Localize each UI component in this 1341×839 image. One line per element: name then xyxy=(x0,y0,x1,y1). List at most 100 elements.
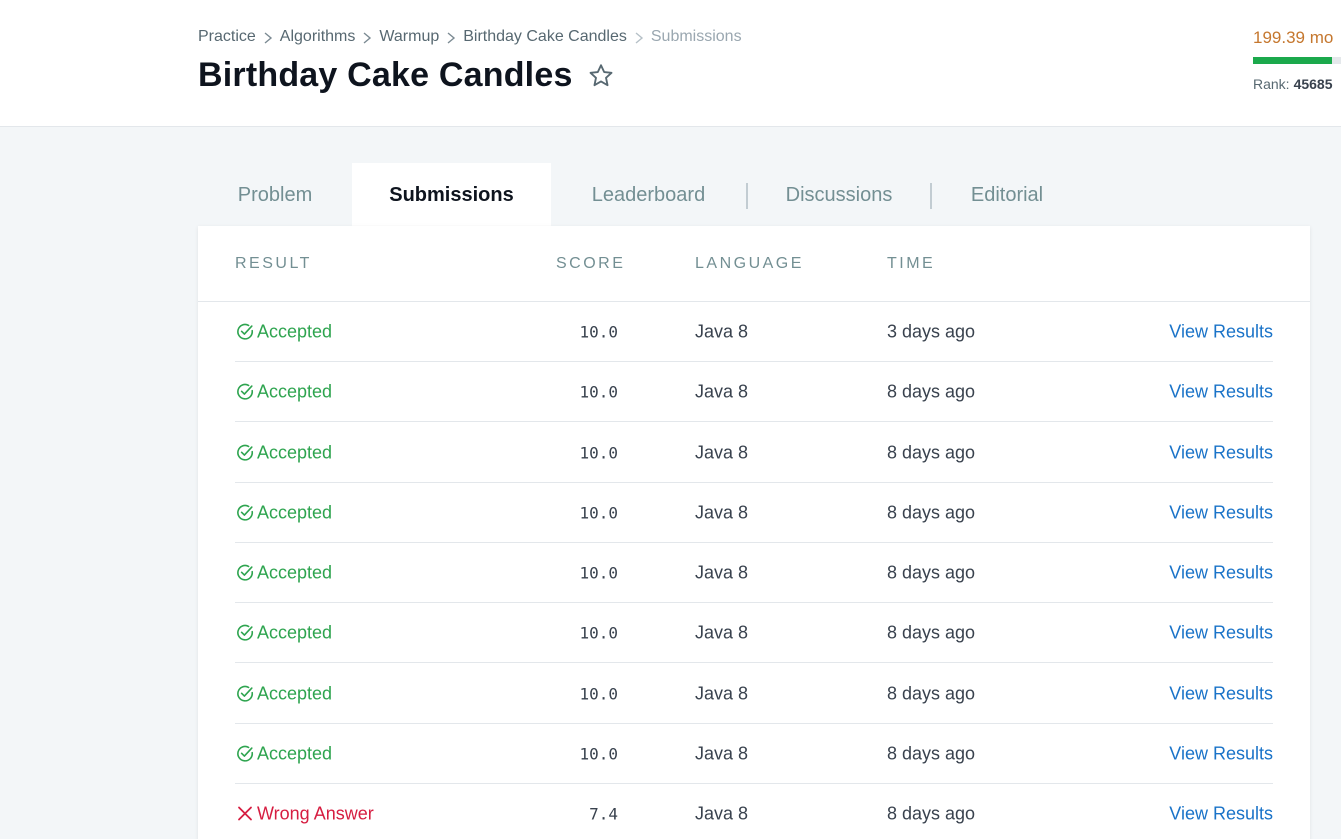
result-cell: Accepted xyxy=(235,321,332,342)
chevron-right-icon xyxy=(256,29,280,45)
rank: Rank: 45685 xyxy=(1253,76,1333,92)
result-cell: Wrong Answer xyxy=(235,803,374,824)
check-circle-icon xyxy=(237,383,254,400)
page-title: Birthday Cake Candles xyxy=(198,56,573,94)
check-circle-icon xyxy=(237,624,254,641)
view-results-link[interactable]: View Results xyxy=(1169,442,1273,463)
breadcrumb-algorithms[interactable]: Algorithms xyxy=(280,28,356,46)
tab-discussions[interactable]: Discussions xyxy=(748,163,930,227)
language-cell: Java 8 xyxy=(695,442,749,462)
time-cell: 8 days ago xyxy=(887,803,976,823)
table-row: Accepted 10.0 Java 8 8 days ago View Results xyxy=(235,483,1273,543)
language-cell: Java 8 xyxy=(695,321,749,341)
view-results-link[interactable]: View Results xyxy=(1169,683,1273,704)
view-results-link[interactable]: View Results xyxy=(1169,562,1273,583)
view-results-link[interactable]: View Results xyxy=(1169,502,1273,523)
score-cell: 10.0 xyxy=(579,322,618,341)
view-results-link[interactable]: View Results xyxy=(1169,743,1273,764)
result-label: Accepted xyxy=(257,562,333,582)
language-cell: Java 8 xyxy=(695,683,749,703)
table-row: Wrong Answer 7.4 Java 8 8 days ago View Resu… xyxy=(235,784,1273,839)
score-cell: 10.0 xyxy=(579,443,618,462)
table-header: RESULT SCORE LANGUAGE TIME xyxy=(198,226,1310,302)
time-cell: 8 days ago xyxy=(887,442,976,462)
title-row: Birthday Cake Candles xyxy=(198,56,615,95)
language-cell: Java 8 xyxy=(695,381,749,401)
points-progress-bar xyxy=(1253,57,1341,64)
language-cell: Java 8 xyxy=(695,743,749,763)
result-cell: Accepted xyxy=(235,622,332,643)
table-row: Accepted 10.0 Java 8 8 days ago View Results xyxy=(235,423,1273,483)
check-circle-icon xyxy=(237,685,254,702)
check-circle-icon xyxy=(237,745,254,762)
view-results-link[interactable]: View Results xyxy=(1169,622,1273,643)
points-text: 199.39 mo xyxy=(1253,28,1334,47)
rank-value: 45685 xyxy=(1293,76,1333,92)
score-cell: 10.0 xyxy=(579,623,618,642)
language-cell: Java 8 xyxy=(695,803,749,823)
result-label: Accepted xyxy=(257,743,333,763)
x-icon xyxy=(238,806,252,821)
score-cell: 10.0 xyxy=(579,503,618,522)
time-cell: 8 days ago xyxy=(887,622,976,642)
tab-editorial[interactable]: Editorial xyxy=(932,163,1082,227)
points-progress-fill xyxy=(1253,57,1333,64)
check-circle-icon xyxy=(237,564,254,581)
table-row: Accepted 10.0 Java 8 8 days ago View Results xyxy=(235,362,1273,422)
result-label: Accepted xyxy=(257,381,333,401)
result-cell: Accepted xyxy=(235,562,332,583)
result-cell: Accepted xyxy=(235,743,332,764)
rank-label: Rank: xyxy=(1253,76,1290,92)
result-label: Accepted xyxy=(257,321,333,341)
table-row: Accepted 10.0 Java 8 8 days ago View Results xyxy=(235,664,1273,724)
tab-submissions[interactable]: Submissions xyxy=(352,163,551,227)
check-circle-icon xyxy=(237,444,254,461)
chevron-right-icon xyxy=(355,29,379,45)
table-row: Accepted 10.0 Java 8 8 days ago View Results xyxy=(235,603,1273,663)
result-cell: Accepted xyxy=(235,442,332,463)
result-cell: Accepted xyxy=(235,381,332,402)
challenge-tabs: Problem Submissions Leaderboard Discussi… xyxy=(198,163,1082,227)
star-outline-icon[interactable] xyxy=(587,62,615,90)
column-header-time: TIME xyxy=(887,255,936,272)
tab-problem[interactable]: Problem xyxy=(198,163,352,227)
result-label: Accepted xyxy=(257,502,333,522)
time-cell: 8 days ago xyxy=(887,562,976,582)
column-header-result: RESULT xyxy=(235,255,312,272)
breadcrumb-practice[interactable]: Practice xyxy=(198,28,256,46)
breadcrumb-challenge[interactable]: Birthday Cake Candles xyxy=(463,28,627,46)
score-cell: 10.0 xyxy=(579,744,618,763)
language-cell: Java 8 xyxy=(695,562,749,582)
table-row: Accepted 10.0 Java 8 8 days ago View Results xyxy=(235,724,1273,784)
tab-leaderboard[interactable]: Leaderboard xyxy=(551,163,746,227)
time-cell: 8 days ago xyxy=(887,502,976,522)
result-label: Accepted xyxy=(257,442,333,462)
breadcrumb: Practice Algorithms Warmup Birthday Cake… xyxy=(198,28,742,46)
score-cell: 7.4 xyxy=(589,804,618,823)
result-label: Accepted xyxy=(257,683,333,703)
view-results-link[interactable]: View Results xyxy=(1169,381,1273,402)
column-header-score: SCORE xyxy=(556,255,626,272)
view-results-link[interactable]: View Results xyxy=(1169,803,1273,824)
time-cell: 8 days ago xyxy=(887,683,976,703)
breadcrumb-current: Submissions xyxy=(650,28,742,45)
result-label: Accepted xyxy=(257,622,333,642)
chevron-right-icon xyxy=(439,29,463,45)
view-results-link[interactable]: View Results xyxy=(1169,321,1273,342)
score-cell: 10.0 xyxy=(579,563,618,582)
page-header: Practice Algorithms Warmup Birthday Cake… xyxy=(0,0,1341,127)
score-cell: 10.0 xyxy=(579,382,618,401)
time-cell: 8 days ago xyxy=(887,381,976,401)
result-label: Wrong Answer xyxy=(257,803,374,823)
table-row: Accepted 10.0 Java 8 8 days ago View Results xyxy=(235,543,1273,603)
check-circle-icon xyxy=(237,504,254,521)
score-cell: 10.0 xyxy=(579,684,618,703)
language-cell: Java 8 xyxy=(695,622,749,642)
column-header-language: LANGUAGE xyxy=(695,255,804,272)
result-cell: Accepted xyxy=(235,502,332,523)
submissions-panel: RESULT SCORE LANGUAGE TIME Accepted 10.0 J… xyxy=(198,226,1310,839)
chevron-right-icon xyxy=(627,29,651,45)
breadcrumb-warmup[interactable]: Warmup xyxy=(379,28,439,46)
check-circle-icon xyxy=(237,323,254,340)
result-cell: Accepted xyxy=(235,683,332,704)
